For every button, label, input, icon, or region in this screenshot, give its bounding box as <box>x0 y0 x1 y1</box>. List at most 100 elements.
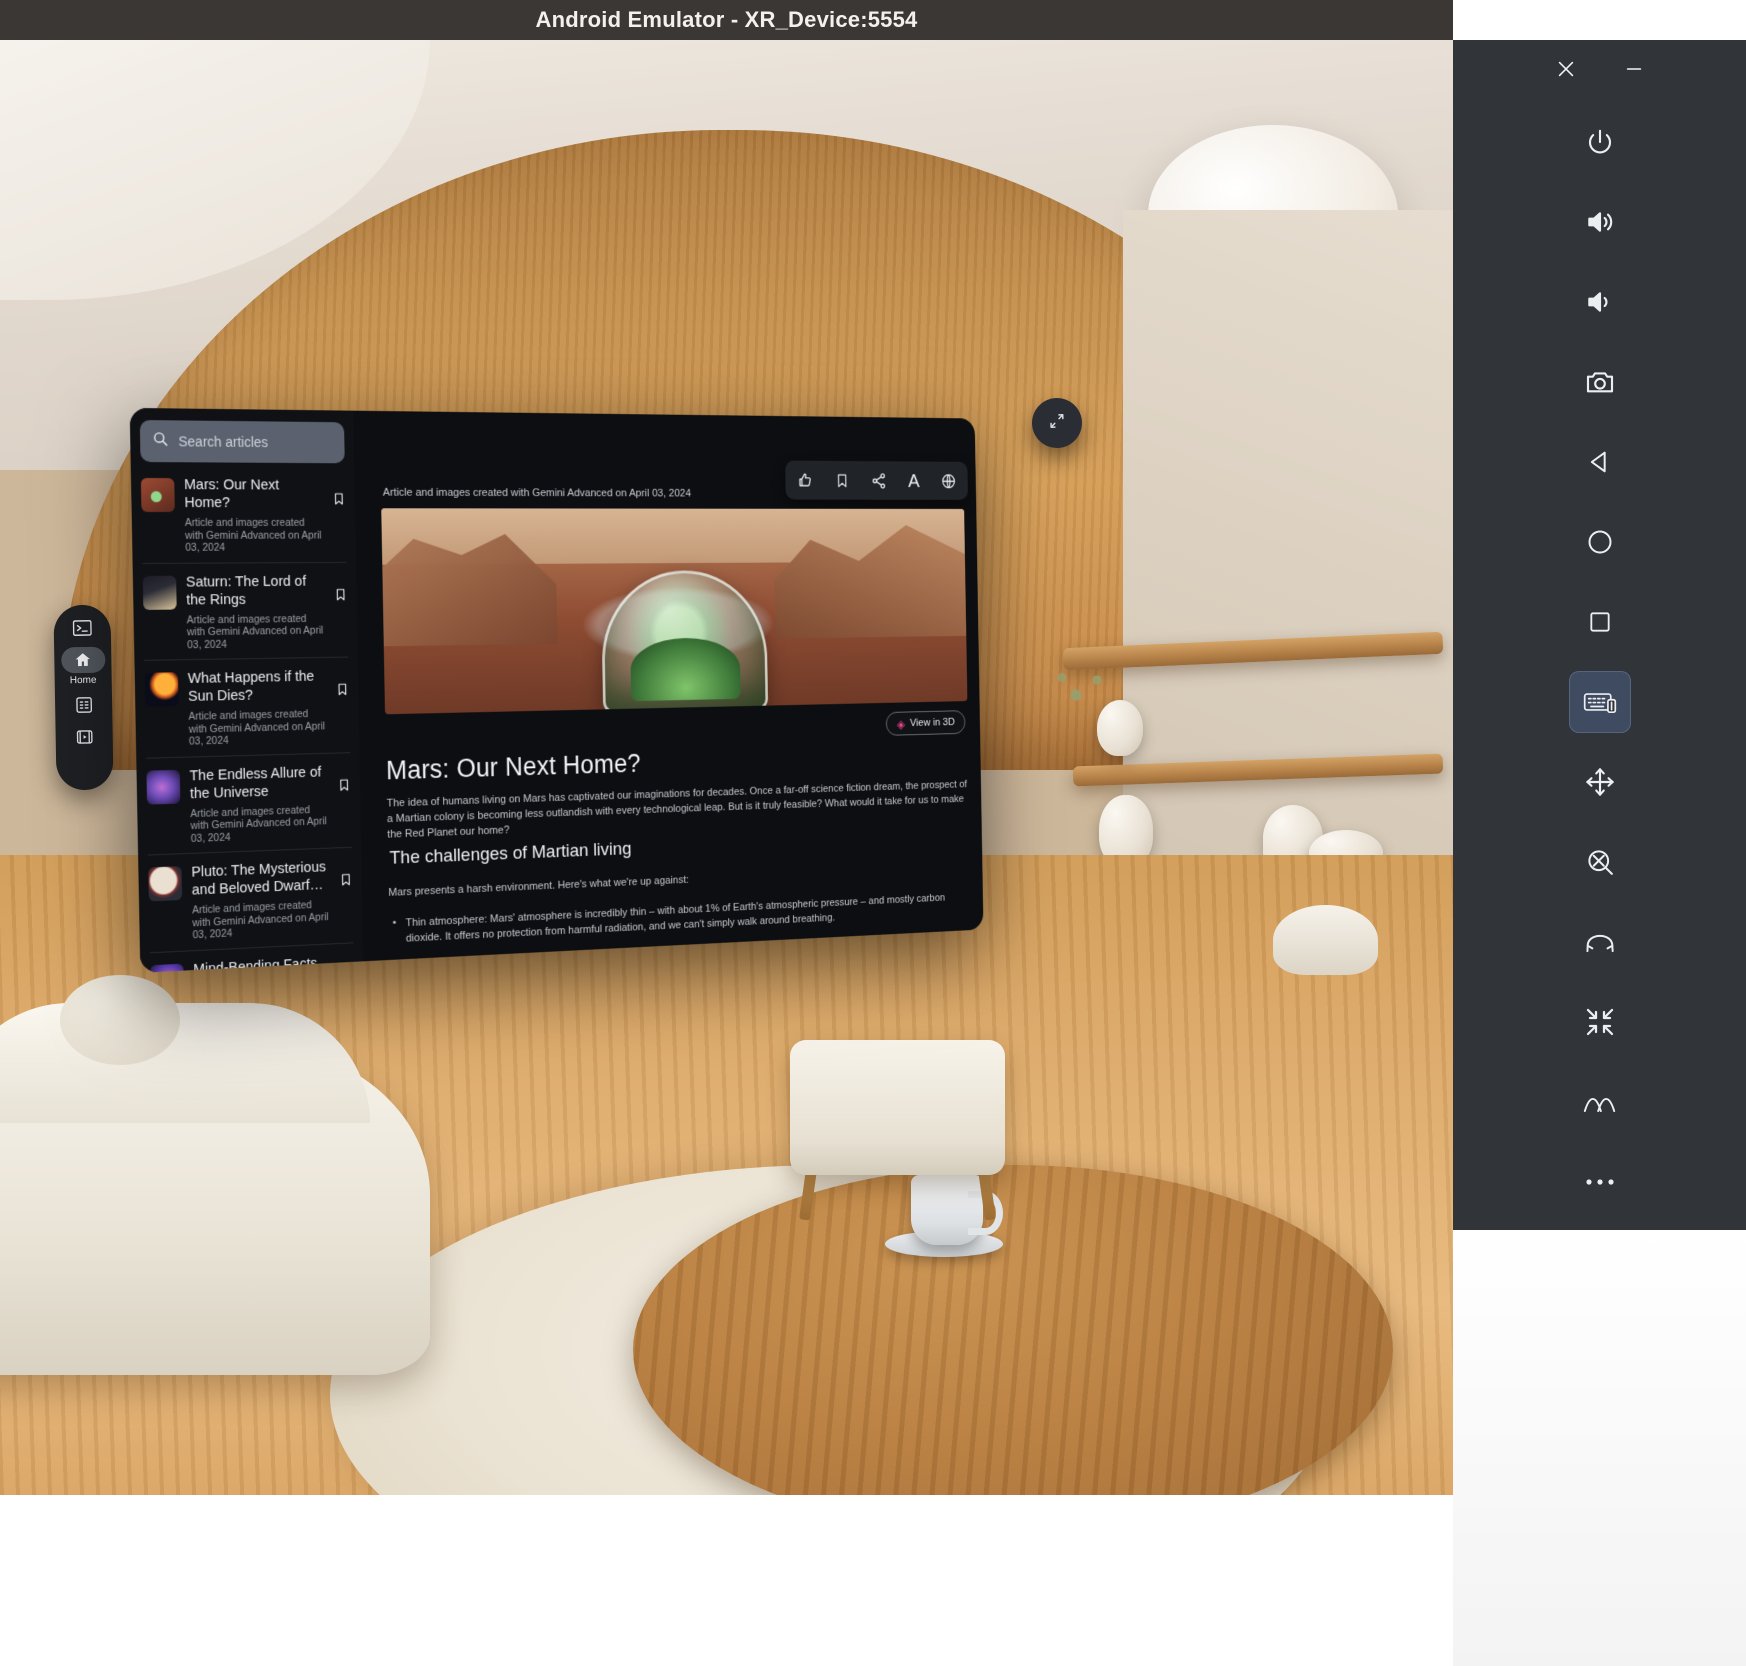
list-item[interactable]: Pluto: The Mysterious and Beloved Dwarf…… <box>148 848 354 953</box>
article-title: The Endless Allure of the Universe <box>189 763 328 803</box>
minimize-icon[interactable] <box>1623 58 1645 85</box>
volume-up-button[interactable] <box>1569 191 1631 253</box>
view-in-3d-label: View in 3D <box>910 717 955 729</box>
emulator-toolbar-buttons[interactable] <box>1453 40 1746 1230</box>
dock-item-home[interactable]: Home <box>61 647 106 687</box>
list-item[interactable]: Saturn: The Lord of the Rings Article an… <box>142 562 348 660</box>
home-icon <box>73 651 92 669</box>
bookmark-icon[interactable] <box>334 586 348 649</box>
article-title: Mars: Our Next Home? <box>184 476 323 512</box>
article-content[interactable]: Article and images created with Gemini A… <box>353 411 983 962</box>
emulator-window-buttons[interactable] <box>1453 40 1746 102</box>
search-bar[interactable] <box>140 420 345 463</box>
search-icon <box>152 430 169 452</box>
search-input[interactable] <box>178 433 352 450</box>
back-button[interactable] <box>1569 431 1631 493</box>
article-title: Saturn: The Lord of the Rings <box>186 572 325 609</box>
media-icon <box>75 728 93 746</box>
hero-mars-dome <box>601 570 769 713</box>
curved-sofa <box>0 1045 430 1375</box>
app-dock[interactable]: Home <box>53 605 113 791</box>
dock-pill-home[interactable] <box>61 647 105 674</box>
bookmark-icon[interactable] <box>339 871 353 935</box>
more-horizontal-icon <box>1585 1177 1615 1187</box>
recenter-icon <box>1584 1006 1616 1038</box>
article-subtitle: Article and images created with Gemini A… <box>192 898 331 941</box>
article-hero-image <box>381 508 967 714</box>
dock-item-media[interactable] <box>62 724 106 751</box>
move-arrows-icon <box>1584 766 1616 798</box>
article-app-window[interactable]: Mars: Our Next Home? Article and images … <box>130 408 984 973</box>
article-subtitle: Article and images created with Gemini A… <box>187 612 326 651</box>
side-pouf <box>60 975 180 1065</box>
list-item[interactable]: Mars: Our Next Home? Article and images … <box>141 466 347 563</box>
article-subtitle: Article and images created with Gemini A… <box>185 517 324 554</box>
article-byline: Article and images created with Gemini A… <box>383 487 691 499</box>
thumbs-up-icon[interactable] <box>797 471 813 489</box>
article-subtitle: Article and images created with Gemini A… <box>190 803 329 845</box>
keyboard-button[interactable] <box>1569 671 1631 733</box>
ottoman <box>790 1040 1005 1175</box>
rail-top-spacer <box>1453 0 1746 40</box>
article-title: What Happens if the Sun Dies? <box>188 668 327 706</box>
zoom-button[interactable] <box>1569 831 1631 893</box>
article-thumbnail <box>143 575 177 609</box>
dock-pill-media[interactable] <box>62 724 106 751</box>
screenshot-button[interactable] <box>1569 351 1631 413</box>
article-thumbnail <box>141 478 175 512</box>
zoom-icon <box>1585 847 1615 877</box>
text-size-button[interactable]: A <box>908 471 920 490</box>
home-button[interactable] <box>1569 511 1631 573</box>
device-viewport[interactable]: Home <box>0 40 1453 1495</box>
window-title-bar: Android Emulator - XR_Device:5554 <box>0 0 1453 40</box>
power-button[interactable] <box>1569 111 1631 173</box>
volume-down-button[interactable] <box>1569 271 1631 333</box>
overview-square-icon <box>1587 609 1613 635</box>
rail-bottom-spacer <box>1453 1230 1746 1666</box>
bookmark-icon[interactable] <box>332 491 346 554</box>
list-item[interactable]: What Happens if the Sun Dies? Article an… <box>144 658 350 759</box>
dock-pill-articles[interactable] <box>61 692 105 719</box>
passthrough-button[interactable] <box>1569 1071 1631 1133</box>
home-circle-icon <box>1586 528 1614 556</box>
bookmark-icon[interactable] <box>337 776 351 839</box>
article-thumbnail <box>146 769 180 804</box>
overview-button[interactable] <box>1569 591 1631 653</box>
pan-button[interactable] <box>1569 751 1631 813</box>
recenter-button[interactable] <box>1569 991 1631 1053</box>
dock-pill-terminal[interactable] <box>60 615 104 642</box>
emulator-toolbar[interactable] <box>1453 0 1746 1666</box>
article-list[interactable]: Mars: Our Next Home? Article and images … <box>131 466 364 973</box>
close-icon[interactable] <box>1555 58 1577 85</box>
share-icon[interactable] <box>871 472 887 489</box>
article-title: Pluto: The Mysterious and Beloved Dwarf… <box>191 858 330 899</box>
vase-small <box>1097 700 1143 756</box>
list-item[interactable]: The Endless Allure of the Universe Artic… <box>146 753 352 856</box>
dock-item-articles[interactable] <box>61 692 105 719</box>
volume-up-icon <box>1584 206 1616 238</box>
article-sidebar[interactable]: Mars: Our Next Home? Article and images … <box>130 408 364 973</box>
globe-icon[interactable] <box>941 472 957 489</box>
article-thumbnail <box>145 672 179 707</box>
power-icon <box>1585 127 1615 157</box>
article-paragraph-1: The idea of humans living on Mars has ca… <box>387 777 972 842</box>
cube-icon: ◈ <box>897 718 905 730</box>
dock-item-terminal[interactable] <box>60 615 104 642</box>
back-triangle-icon <box>1586 448 1614 476</box>
list-icon <box>74 696 92 714</box>
terminal-icon <box>73 620 92 636</box>
bookmark-icon[interactable] <box>336 681 350 744</box>
article-toolbar[interactable]: A <box>785 461 968 500</box>
window-title: Android Emulator - XR_Device:5554 <box>536 7 918 33</box>
rotate-button[interactable] <box>1569 911 1631 973</box>
volume-down-icon <box>1584 286 1616 318</box>
side-stool <box>1273 905 1378 975</box>
view-in-3d-button[interactable]: ◈ View in 3D <box>886 710 966 736</box>
more-button[interactable] <box>1569 1151 1631 1213</box>
dock-item-home-label: Home <box>70 675 97 686</box>
article-thumbnail <box>148 866 182 901</box>
rotate-icon <box>1584 927 1616 957</box>
bookmark-icon[interactable] <box>835 472 850 490</box>
window-bottom-strip <box>0 1495 1453 1666</box>
emulator-window: Android Emulator - XR_Device:5554 <box>0 0 1746 1666</box>
